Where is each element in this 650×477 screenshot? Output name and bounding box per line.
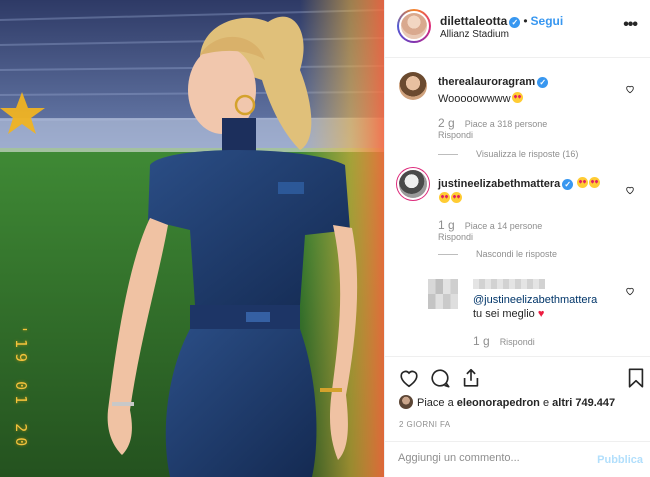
hide-replies-button[interactable]: Nascondi le risposte [438, 249, 557, 259]
save-bookmark-icon[interactable] [625, 367, 647, 389]
author-username[interactable]: dilettaleotta [440, 14, 507, 28]
comment-likes-link[interactable]: Piace a 14 persone [465, 221, 543, 231]
reply-button[interactable]: Rispondi [438, 232, 473, 242]
location-link[interactable]: Allianz Stadium [440, 29, 509, 40]
comment-username[interactable]: justineelizabethmattera ✓ [438, 177, 601, 190]
reply-button[interactable]: Rispondi [438, 130, 473, 140]
author-avatar[interactable] [397, 9, 431, 43]
verified-badge-icon: ✓ [509, 17, 521, 28]
share-icon[interactable] [460, 367, 482, 389]
reply-text: tu sei meglio [473, 308, 535, 320]
publish-button[interactable]: Pubblica [597, 454, 643, 466]
comment-username[interactable]: therealauroragram ✓ [438, 76, 549, 88]
reply-age: 1 g [473, 334, 490, 348]
heart-eyes-emoji-icon [451, 192, 462, 203]
comment-text [438, 192, 462, 205]
view-replies-button[interactable]: Visualizza le risposte (16) [438, 149, 578, 159]
comment-avatar[interactable] [399, 72, 427, 100]
header-separator: • [523, 14, 528, 28]
comment-input[interactable] [398, 452, 588, 464]
post-action-bar: Piace a eleonorapedron e altri 749.447 [385, 356, 650, 416]
comments-list[interactable]: therealauroragram ✓ Wooooowwww 2 g Piace a… [385, 58, 650, 356]
post-header: dilettaleotta ✓ • Segui Allianz Stadium ••• [385, 0, 650, 58]
like-heart-icon[interactable] [398, 367, 420, 389]
more-options-icon[interactable]: ••• [623, 16, 638, 34]
follow-button[interactable]: Segui [531, 14, 564, 28]
like-comment-heart-icon[interactable] [625, 286, 635, 296]
reply-mention-link[interactable]: @justineelizabethmattera [473, 294, 597, 306]
post-photo[interactable]: '19 01 20 [0, 0, 384, 477]
comment-bubble-icon[interactable] [429, 367, 451, 389]
heart-eyes-emoji-icon [577, 177, 589, 188]
reply-avatar[interactable] [428, 279, 458, 309]
comment-likes-link[interactable]: Piace a 318 persone [465, 119, 548, 129]
heart-eyes-emoji-icon [589, 177, 601, 188]
red-heart-emoji-icon: ♥ [537, 308, 545, 320]
likes-summary[interactable]: Piace a eleonorapedron e altri 749.447 [399, 395, 615, 409]
heart-eyes-emoji-icon [439, 192, 450, 203]
verified-badge-icon: ✓ [562, 179, 574, 190]
reply-username-blurred [473, 279, 545, 289]
like-comment-heart-icon[interactable] [625, 185, 635, 195]
photo-illustration [0, 0, 384, 477]
photo-date-stamp: '19 01 20 [12, 325, 30, 452]
liker-avatar [399, 395, 413, 409]
reply-button[interactable]: Rispondi [500, 337, 535, 347]
like-comment-heart-icon[interactable] [625, 84, 635, 94]
comment-avatar[interactable] [399, 170, 427, 198]
verified-badge-icon: ✓ [537, 77, 549, 88]
comment-text: Wooooowwww [438, 93, 511, 105]
heart-eyes-emoji-icon [511, 92, 523, 103]
post-timestamp[interactable]: 2 GIORNI FA [399, 420, 451, 429]
likes-count-link[interactable]: altri 749.447 [552, 397, 615, 409]
liker-username[interactable]: eleonorapedron [457, 397, 540, 409]
comment-age: 1 g [438, 218, 455, 232]
post-side-panel: dilettaleotta ✓ • Segui Allianz Stadium •••… [384, 0, 650, 477]
comment-age: 2 g [438, 116, 455, 130]
comment-composer: Pubblica [385, 441, 650, 477]
